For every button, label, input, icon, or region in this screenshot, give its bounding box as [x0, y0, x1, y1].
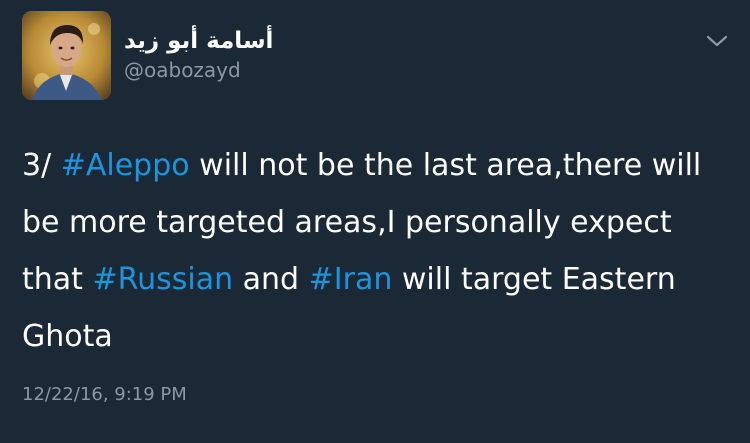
- tweet-text: 3/ #Aleppo will not be the last area,the…: [22, 137, 732, 365]
- user-handle[interactable]: @oabozayd: [124, 60, 241, 80]
- hashtag-link[interactable]: #Iran: [309, 262, 393, 297]
- tweet-text-segment: 3/: [22, 148, 61, 183]
- chevron-down-icon[interactable]: [704, 32, 730, 50]
- tweet-timestamp[interactable]: 12/22/16, 9:19 PM: [22, 386, 187, 404]
- hashtag-link[interactable]: #Russian: [92, 262, 233, 297]
- avatar-image: [22, 11, 111, 100]
- tweet-text-segment: and: [233, 262, 309, 297]
- avatar[interactable]: [22, 11, 111, 100]
- display-name[interactable]: أسامة أبو زيد: [124, 30, 273, 53]
- tweet-card: أسامة أبو زيد @oabozayd 3/ #Aleppo will …: [0, 0, 750, 443]
- hashtag-link[interactable]: #Aleppo: [61, 148, 190, 183]
